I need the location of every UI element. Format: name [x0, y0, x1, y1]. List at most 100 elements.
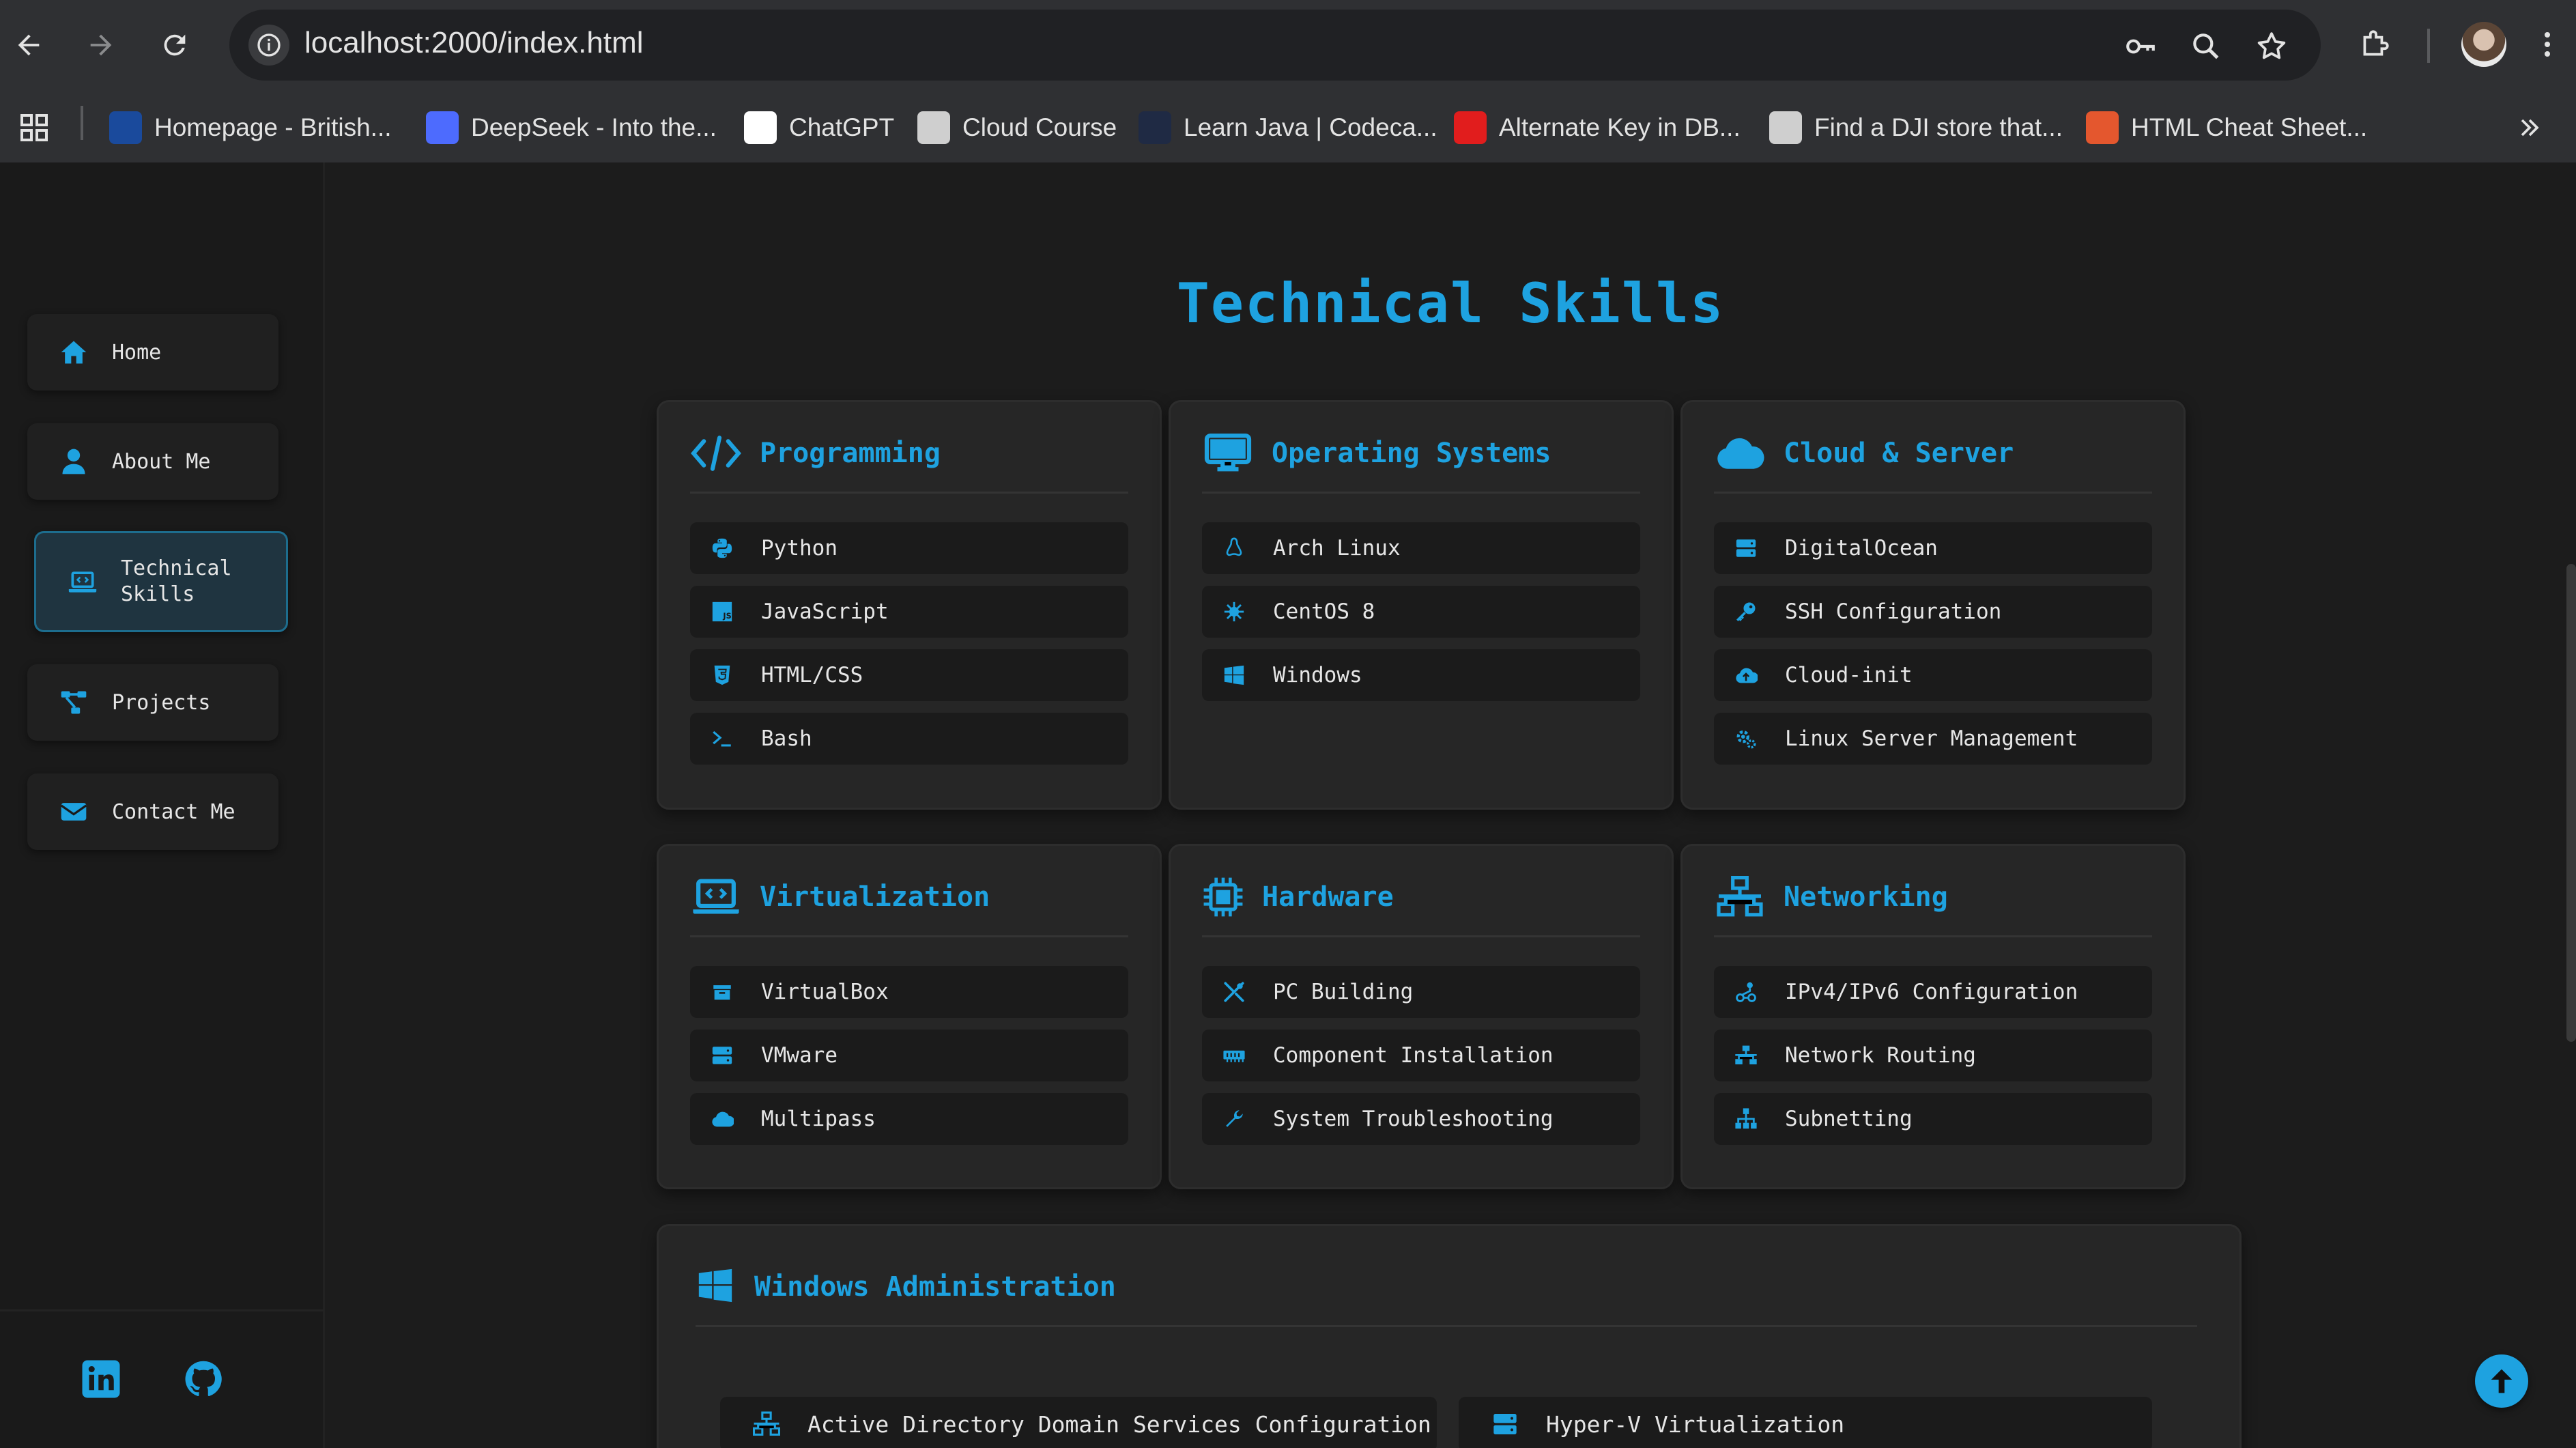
toolbar-divider	[2427, 29, 2430, 63]
sidebar-item-contact[interactable]: Contact Me	[27, 773, 278, 850]
chatgpt-icon	[744, 111, 777, 144]
apps-grid-icon[interactable]	[18, 107, 51, 148]
bookmark-label: HTML Cheat Sheet...	[2131, 113, 2368, 141]
skill-item: Linux Server Management	[1714, 713, 2152, 765]
key-icon	[1736, 602, 1756, 621]
network-icon	[1717, 876, 1763, 917]
main-content: Technical Skills Programming Python JS J…	[325, 162, 2576, 1448]
memory-icon	[1223, 1050, 1245, 1062]
skill-card-programming: Programming Python JS JavaScript HTML/CS…	[657, 400, 1162, 810]
bookmark-item[interactable]: Find a DJI store that...	[1769, 107, 2063, 148]
password-key-icon[interactable]	[2120, 26, 2161, 67]
skill-item: Python	[690, 522, 1128, 574]
bookmark-item[interactable]: Learn Java | Codeca...	[1139, 107, 1437, 148]
page-title: Technical Skills	[1176, 272, 1725, 335]
sidebar-item-technical-skills[interactable]: Technical Skills	[34, 531, 288, 632]
dji-icon	[1769, 111, 1802, 144]
skill-label: Linux Server Management	[1785, 726, 2078, 751]
bookmark-item[interactable]: Alternate Key in DB...	[1454, 107, 1741, 148]
reload-button[interactable]	[149, 19, 201, 71]
zoom-icon[interactable]	[2186, 26, 2227, 67]
skill-item: HTML/CSS	[690, 649, 1128, 701]
svg-text:JS: JS	[722, 611, 731, 621]
sidebar-item-label: Home	[112, 340, 162, 365]
bookmark-item[interactable]: HTML Cheat Sheet...	[2086, 107, 2367, 148]
skill-item: Cloud-init	[1714, 649, 2152, 701]
scroll-to-top-button[interactable]	[2475, 1354, 2528, 1408]
sidebar-divider	[0, 1309, 324, 1311]
card-title: Networking	[1784, 881, 1948, 913]
back-button[interactable]	[3, 19, 55, 71]
sidebar-item-projects[interactable]: Projects	[27, 664, 278, 741]
microchip-icon	[1203, 877, 1243, 917]
skill-label: Hyper-V Virtualization	[1546, 1410, 1845, 1438]
github-icon[interactable]	[183, 1359, 224, 1400]
js-icon: JS	[712, 601, 732, 622]
sidebar-item-label: Projects	[112, 690, 211, 715]
skill-item: Network Routing	[1714, 1030, 2152, 1081]
card-title: Cloud & Server	[1784, 438, 2014, 469]
skill-label: IPv4/IPv6 Configuration	[1785, 980, 2078, 1004]
cogs-icon	[1736, 730, 1756, 749]
sidebar-item-label: Technical Skills	[121, 556, 232, 606]
tools-icon	[1224, 982, 1244, 1002]
bookmark-label: Homepage - British...	[154, 113, 392, 141]
bookmark-label: DeepSeek - Into the...	[471, 113, 717, 141]
ethernet-icon	[1736, 982, 1756, 1002]
skill-item: Multipass	[690, 1093, 1128, 1145]
server-icon	[1736, 539, 1756, 557]
bookmarks-divider	[81, 106, 83, 140]
skill-item: System Troubleshooting	[1202, 1093, 1640, 1145]
wrench-icon	[1226, 1110, 1243, 1127]
skill-label: JavaScript	[761, 599, 889, 624]
skill-list: PC Building Component Installation Syste…	[1202, 966, 1640, 1156]
card-header: Windows Administration	[696, 1266, 2197, 1327]
site-info-icon[interactable]	[248, 25, 289, 66]
sitemap-icon	[1735, 1108, 1757, 1129]
more-bookmarks-icon[interactable]	[2515, 107, 2545, 148]
url-text[interactable]: localhost:2000/index.html	[304, 26, 644, 60]
profile-avatar[interactable]	[2461, 22, 2506, 67]
bookmark-item[interactable]: Cloud Course	[917, 107, 1117, 148]
address-bar[interactable]: localhost:2000/index.html	[229, 10, 2321, 81]
skill-card-windows-administration: Windows Administration Active Directory …	[657, 1224, 2242, 1448]
arrow-up-icon	[2491, 1369, 2513, 1393]
card-header: Hardware	[1202, 876, 1640, 937]
bookmark-label: Alternate Key in DB...	[1499, 113, 1741, 141]
skill-label: Component Installation	[1273, 1043, 1554, 1068]
skill-item: SSH Configuration	[1714, 586, 2152, 638]
menu-kebab-icon[interactable]	[2534, 20, 2561, 68]
skill-label: PC Building	[1273, 980, 1414, 1004]
skill-item: VMware	[690, 1030, 1128, 1081]
bookmark-item[interactable]: Homepage - British...	[109, 107, 392, 148]
extensions-icon[interactable]	[2351, 20, 2399, 68]
sidebar-item-home[interactable]: Home	[27, 314, 278, 391]
desktop-icon	[1204, 434, 1252, 472]
page-content: Home About Me Technical Skills Projects …	[0, 162, 2576, 1448]
bookmark-star-icon[interactable]	[2251, 26, 2292, 67]
skill-label: Python	[761, 536, 838, 560]
bookmark-item[interactable]: DeepSeek - Into the...	[426, 107, 717, 148]
bookmark-label: Learn Java | Codeca...	[1184, 113, 1437, 141]
card-header: Programming	[690, 432, 1128, 494]
skill-item: Windows	[1202, 649, 1640, 701]
sidebar-item-about[interactable]: About Me	[27, 423, 278, 500]
windows-icon	[1224, 665, 1244, 685]
terminal-icon	[713, 730, 731, 747]
v-icon	[1454, 111, 1487, 144]
skill-card-networking: Networking IPv4/IPv6 Configuration Netwo…	[1680, 844, 2186, 1189]
python-icon	[712, 538, 732, 558]
skill-item: IPv4/IPv6 Configuration	[1714, 966, 2152, 1018]
skill-card-virtualization: Virtualization VirtualBox VMware Multipa…	[657, 844, 1162, 1189]
linux-icon	[1226, 537, 1242, 556]
user-icon	[62, 449, 85, 474]
skill-label: Active Directory Domain Services Configu…	[807, 1410, 1431, 1438]
linkedin-icon[interactable]	[81, 1359, 121, 1400]
skill-card-operating-systems: Operating Systems Arch Linux CentOS 8 Wi…	[1169, 400, 1674, 810]
page-scrollbar[interactable]	[2566, 564, 2576, 1042]
card-header: Cloud & Server	[1714, 432, 2152, 494]
html5-icon	[2086, 111, 2119, 144]
forward-button[interactable]	[75, 19, 127, 71]
bookmark-item[interactable]: ChatGPT	[744, 107, 894, 148]
skill-label: Subnetting	[1785, 1107, 1913, 1131]
